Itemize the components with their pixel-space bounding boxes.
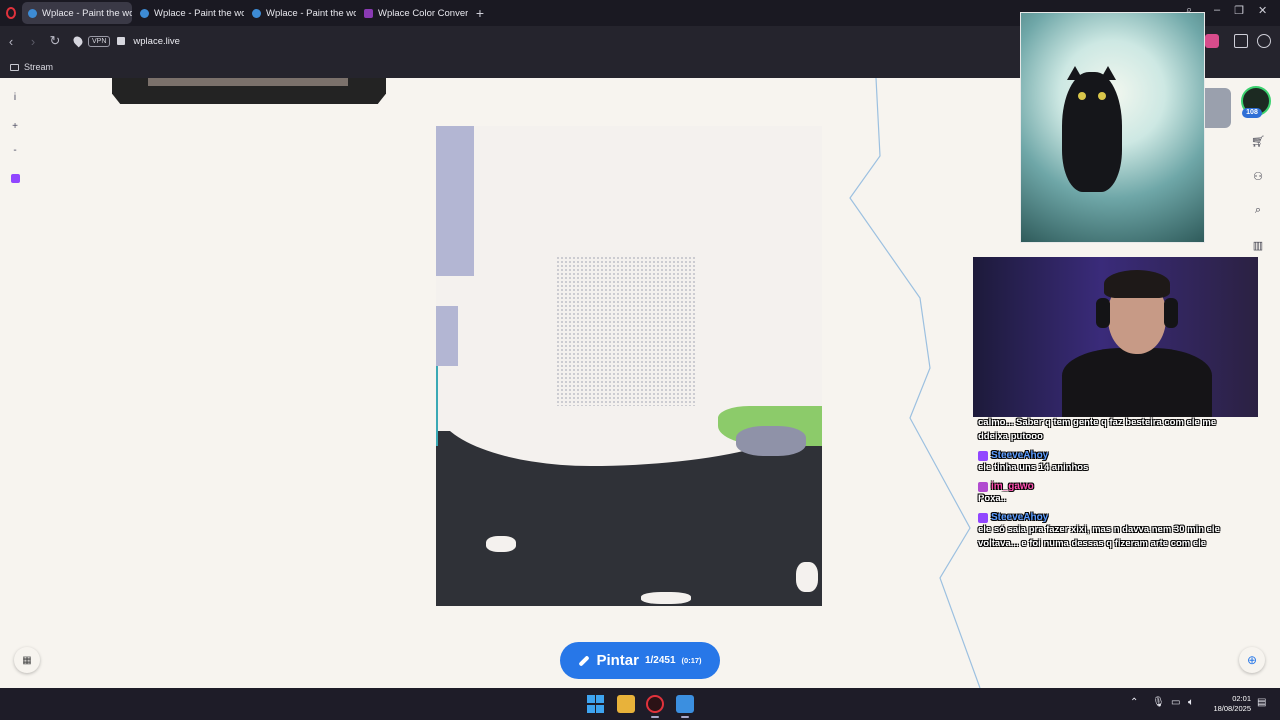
chat-message: ele tinha uns 14 aninhos — [978, 462, 1089, 473]
streamer-body — [1062, 348, 1212, 417]
active-app-indicator — [681, 716, 689, 718]
tab-wplace-1[interactable]: Wplace - Paint the world — [22, 2, 132, 24]
headphones-icon — [1096, 298, 1110, 328]
location-pin-icon[interactable] — [71, 34, 85, 48]
converter-favicon-icon — [364, 8, 373, 18]
paint-button-label: Pintar — [596, 652, 639, 669]
extension-window-icon[interactable] — [1234, 34, 1248, 48]
tab-label: Wplace - Paint the world — [42, 7, 132, 19]
bookmark-stream[interactable]: Stream — [24, 62, 53, 72]
windows-taskbar — [0, 688, 1280, 720]
tab-label: Wplace Color Converter — [378, 7, 468, 19]
art-white-spot — [641, 592, 691, 604]
chat-message: calmo... Saber q tem gente q faz besteir… — [978, 417, 1217, 442]
volume-icon[interactable]: 🔈︎ — [1188, 697, 1194, 708]
cat-eye — [1078, 92, 1086, 100]
zoom-out-button[interactable]: - — [4, 139, 26, 161]
forward-arrow-icon[interactable]: › — [22, 34, 44, 49]
globe-icon — [140, 8, 149, 18]
brush-icon — [578, 654, 591, 667]
paint-button[interactable]: Pintar 1/2451 (0:17) — [560, 642, 720, 679]
cart-icon: 🛒︎ — [1251, 135, 1265, 148]
art-white-spot — [796, 562, 818, 592]
lock-icon[interactable] — [117, 37, 126, 45]
clock-date: 18/08/2025 — [1213, 704, 1251, 713]
reload-icon[interactable]: ↻ — [44, 33, 66, 49]
search-location-button[interactable]: ⌕ — [1246, 198, 1270, 222]
zoom-in-button[interactable]: + — [4, 115, 26, 137]
new-tab-button[interactable]: + — [470, 3, 490, 23]
extension-profile-icon[interactable] — [1205, 34, 1219, 48]
globe-icon — [252, 8, 261, 18]
window-controls-right: – ❐ ✕ — [1214, 4, 1267, 17]
pixel-artwork[interactable] — [436, 126, 822, 606]
tab-wplace-2[interactable]: Wplace - Paint the world — [134, 2, 244, 24]
map-pixel-structure-inner — [148, 78, 348, 86]
tab-wplace-3[interactable]: Wplace - Paint the world — [246, 2, 356, 24]
paint-charge-count: 1/2451 — [644, 655, 676, 666]
art-lavender-area — [436, 126, 474, 276]
opera-taskbar-icon[interactable] — [646, 695, 664, 713]
search-icon: ⌕ — [1254, 203, 1262, 216]
active-app-indicator — [651, 716, 659, 718]
group-icon: ⚇ — [1253, 170, 1263, 183]
windows-start-icon[interactable] — [587, 695, 605, 713]
stream-chat-overlay: calmo... Saber q tem gente q faz besteir… — [978, 416, 1248, 551]
store-button[interactable]: 🛒︎ — [1246, 129, 1270, 153]
opera-logo-icon[interactable] — [0, 0, 22, 26]
black-cat-figure — [1062, 72, 1122, 192]
tab-color-converter[interactable]: Wplace Color Converter — [358, 2, 468, 24]
microphone-icon[interactable]: 🎙︎ — [1152, 697, 1165, 708]
star-badge-icon — [978, 481, 988, 492]
twitch-button[interactable] — [4, 167, 26, 189]
url-field[interactable]: wplace.live — [133, 36, 179, 47]
file-explorer-icon[interactable] — [617, 695, 635, 713]
chat-username: SteeveAhoy — [978, 512, 1248, 523]
network-icon[interactable]: ▭ — [1171, 697, 1180, 708]
clock-time: 02:01 — [1232, 694, 1251, 703]
tab-label: Wplace - Paint the world — [154, 7, 244, 19]
user-level-badge: 108 — [1242, 108, 1262, 118]
info-button[interactable]: i — [4, 86, 26, 108]
locate-me-button[interactable]: ⊕ — [1239, 647, 1265, 673]
twitch-icon — [10, 173, 20, 183]
folder-icon — [10, 63, 19, 71]
map-icon: ▦ — [22, 654, 32, 666]
tray-chevron-icon[interactable]: ⌃ — [1130, 697, 1138, 708]
cat-eye — [1098, 92, 1106, 100]
leaderboard-button[interactable]: ▥ — [1246, 233, 1270, 257]
chat-username: SteeveAhoy — [978, 450, 1248, 461]
vpn-badge[interactable]: VPN — [88, 35, 111, 47]
system-clock[interactable]: 02:01 18/08/2025 — [1205, 694, 1251, 714]
alliance-button[interactable]: ⚇ — [1246, 164, 1270, 188]
art-grey-area — [736, 426, 806, 456]
minimize-icon[interactable]: – — [1214, 4, 1220, 17]
art-white-spot — [486, 536, 516, 552]
extension-cube-icon[interactable] — [1257, 34, 1271, 48]
twitch-badge-icon — [978, 512, 988, 523]
screen: Wplace - Paint the world Wplace - Paint … — [0, 0, 1280, 720]
bar-chart-icon: ▥ — [1252, 239, 1264, 252]
twitch-badge-icon — [978, 450, 988, 461]
chat-message: Poxa.. — [978, 493, 1006, 504]
close-icon[interactable]: ✕ — [1258, 4, 1267, 17]
back-arrow-icon[interactable]: ‹ — [0, 34, 22, 49]
paint-charge-timer: (0:17) — [681, 656, 702, 665]
crosshair-icon: ⊕ — [1246, 653, 1258, 667]
headphones-icon — [1164, 298, 1178, 328]
map-style-button[interactable]: ▦ — [14, 647, 40, 673]
streamer-hair — [1104, 270, 1170, 298]
globe-icon — [28, 8, 37, 18]
art-teal-edge — [436, 366, 438, 446]
notification-icon[interactable]: ▤ — [1257, 697, 1266, 708]
tab-label: Wplace - Paint the world — [266, 7, 356, 19]
editor-app-icon[interactable] — [676, 695, 694, 713]
chat-message: ele só saia pra fazer xixi, mas n davva … — [978, 524, 1220, 549]
art-lavender-area — [436, 306, 458, 366]
maximize-icon[interactable]: ❐ — [1234, 4, 1244, 17]
chat-username: im_gawo — [978, 481, 1248, 492]
